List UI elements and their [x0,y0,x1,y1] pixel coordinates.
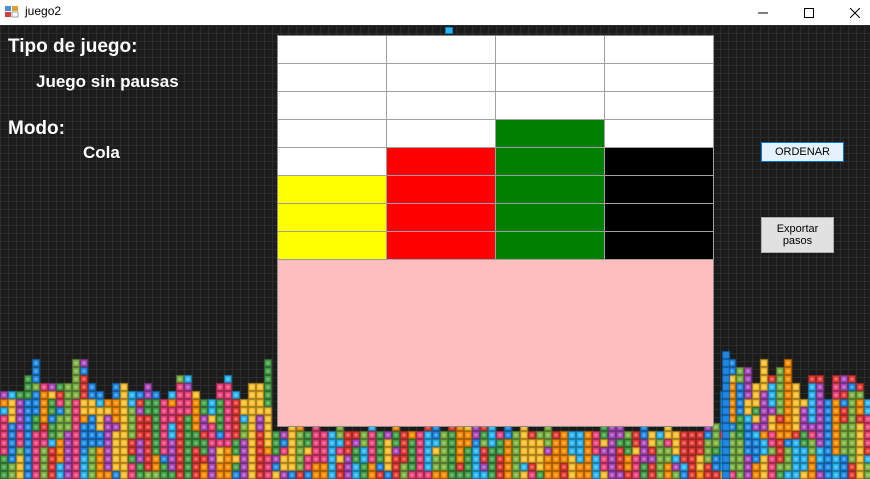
board-cell [605,176,714,204]
board-cell [496,148,605,176]
ordenar-button[interactable]: ORDENAR [761,142,844,162]
board-cell [387,148,496,176]
board-cell [496,64,605,92]
board-cell [387,204,496,232]
board-grid [278,36,714,260]
mode-label: Modo: [8,118,65,139]
board-cell [278,148,387,176]
export-steps-button[interactable]: Exportar pasos [761,217,834,253]
close-button[interactable] [832,0,870,25]
board-cell [496,204,605,232]
game-type-label: Tipo de juego: [8,36,138,57]
board-cell [605,36,714,64]
board-cell [496,36,605,64]
board-cell [605,120,714,148]
board-cell [605,232,714,260]
board-cell [496,120,605,148]
board-cell [278,176,387,204]
board-cell [605,204,714,232]
board-cell [496,92,605,120]
board-cell [605,148,714,176]
minimize-button[interactable] [740,0,786,25]
board-cell [605,64,714,92]
board-cell [387,120,496,148]
game-type-value: Juego sin pausas [36,72,179,91]
board-cell [278,120,387,148]
board-cell [387,92,496,120]
game-board [277,35,714,427]
app-icon [4,4,20,20]
board-cell [387,36,496,64]
board-cell [278,232,387,260]
board-cell [278,64,387,92]
top-marker-block [445,27,453,34]
board-cell [387,176,496,204]
board-cell [387,64,496,92]
board-cell [496,176,605,204]
board-cell [278,204,387,232]
board-cell [605,92,714,120]
board-cell [387,232,496,260]
mode-value: Cola [83,143,120,162]
board-cell [278,36,387,64]
title-bar: juego2 [0,0,870,25]
window-title: juego2 [25,4,62,18]
board-cell [278,92,387,120]
board-cell [496,232,605,260]
maximize-button[interactable] [786,0,832,25]
